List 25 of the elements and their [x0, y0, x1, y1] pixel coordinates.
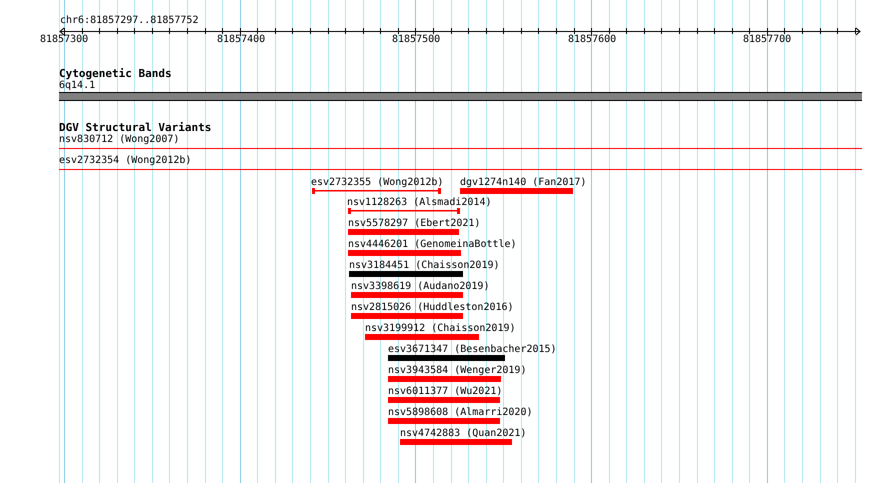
feature-label: nsv4446201 (GenomeinaBottle): [348, 239, 517, 251]
feature-label: nsv3184451 (Chaisson2019): [349, 260, 500, 272]
feature-label: esv2732355 (Wong2012b): [311, 177, 444, 189]
feature-label: nsv4742883 (Quan2021): [400, 428, 526, 440]
tick-label: 81857600: [568, 34, 616, 46]
tick-label: 81857500: [392, 34, 440, 46]
feature-label: nsv3943584 (Wenger2019): [388, 365, 526, 377]
feature-label: dgv1274n140 (Fan2017): [460, 177, 586, 189]
feature-label: esv2732354 (Wong2012b): [59, 155, 192, 167]
tick-label: 81857400: [217, 34, 266, 46]
feature-label: nsv6011377 (Wu2021): [388, 386, 502, 398]
feature-label: esv3671347 (Besenbacher2015): [388, 344, 557, 356]
location-label: chr6:81857297..81857752: [60, 15, 198, 27]
feature-label: 6q14.1: [59, 80, 96, 92]
feature-label: nsv5898608 (Almarri2020): [388, 407, 532, 419]
tick-label: 81857700: [743, 34, 792, 46]
track-title: DGV Structural Variants: [59, 122, 212, 134]
feature-label: nsv1128263 (Alsmadi2014): [347, 197, 492, 209]
tick-label: 81857300: [40, 34, 88, 46]
feature-label: nsv3398619 (Audano2019): [351, 281, 490, 293]
feature-label: nsv5578297 (Ebert2021): [348, 218, 480, 230]
track-title: Cytogenetic Bands: [59, 68, 172, 80]
feature-label: nsv830712 (Wong2007): [59, 134, 180, 146]
feature-label: nsv2815026 (Huddleston2016): [351, 302, 514, 314]
feature-label: nsv3199912 (Chaisson2019): [365, 323, 516, 335]
